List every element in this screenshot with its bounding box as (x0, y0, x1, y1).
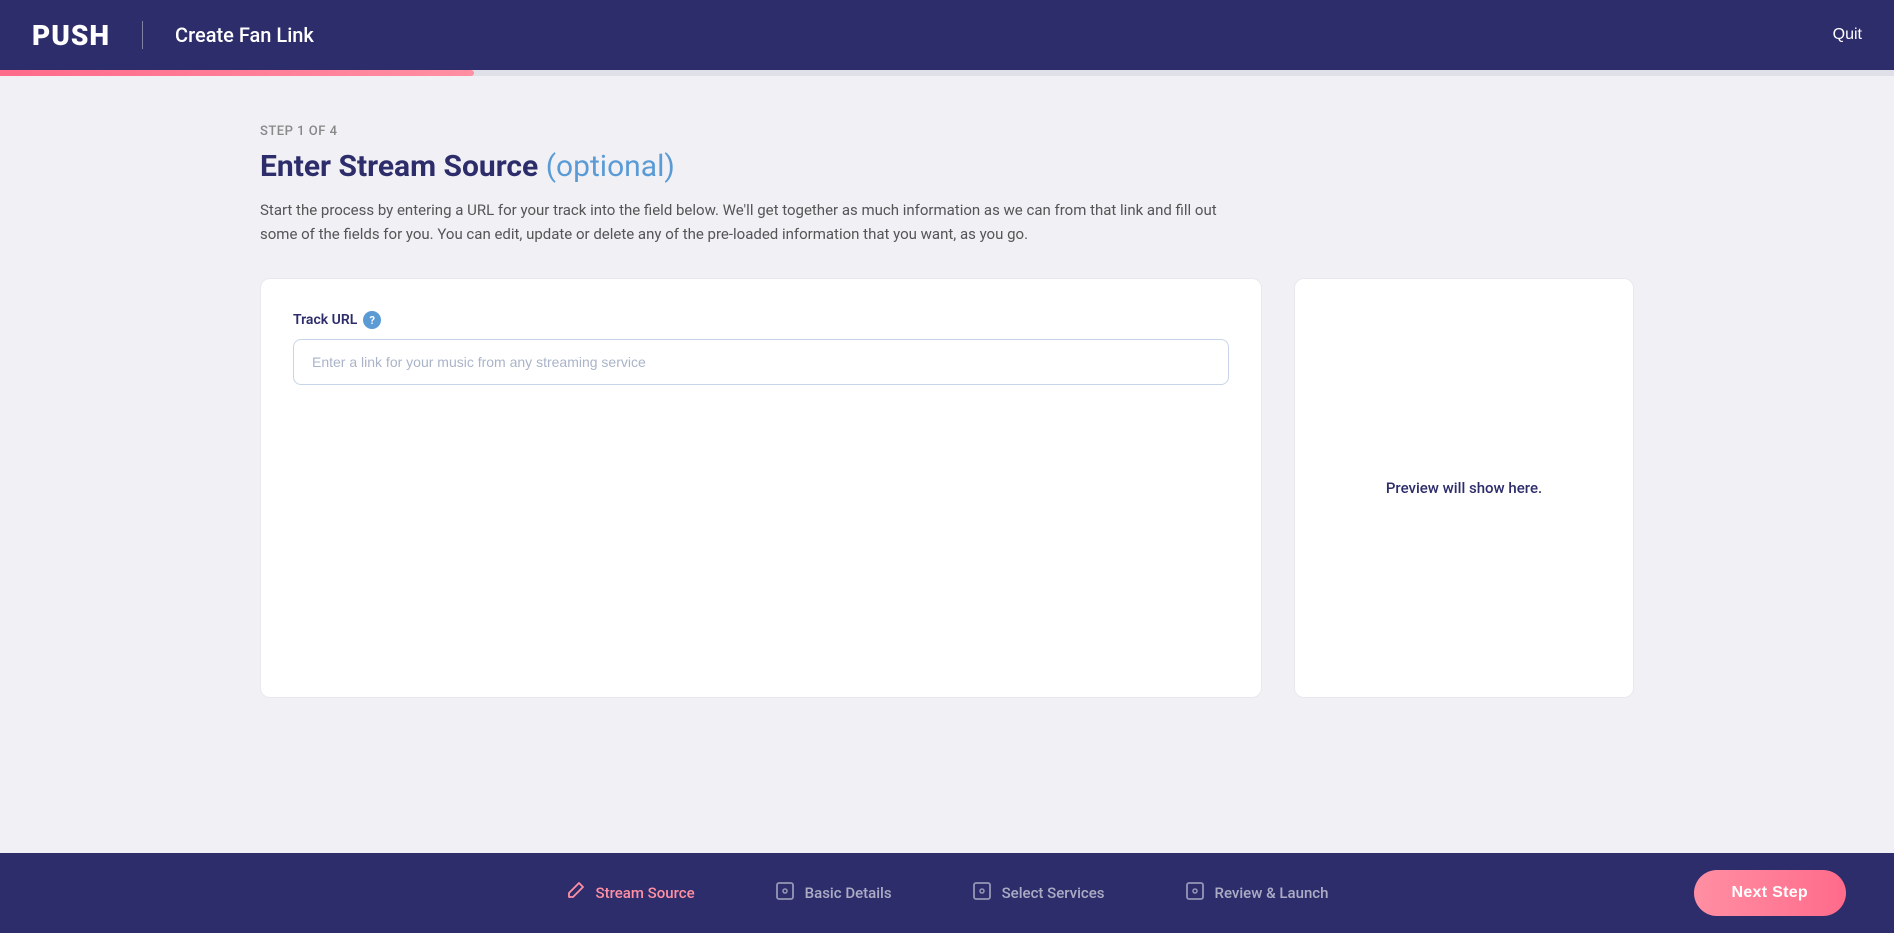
heading-text: Enter Stream Source (260, 149, 538, 184)
help-icon[interactable]: ? (363, 311, 381, 329)
step-label: STEP 1 OF 4 (260, 124, 338, 139)
review-launch-icon (1185, 881, 1205, 906)
track-url-label-group: Track URL ? (293, 311, 1229, 329)
form-card: Track URL ? (260, 278, 1262, 698)
select-services-icon (972, 881, 992, 906)
content-row: Track URL ? Preview will show here. (260, 278, 1634, 698)
footer: Stream Source Basic Details Select Servi… (0, 853, 1894, 933)
footer-step-stream-source-label: Stream Source (596, 884, 695, 902)
footer-step-review-launch-label: Review & Launch (1215, 884, 1329, 902)
preview-text: Preview will show here. (1386, 479, 1542, 497)
footer-step-basic-details-label: Basic Details (805, 884, 892, 902)
page-description: Start the process by entering a URL for … (260, 198, 1220, 246)
footer-step-review-launch[interactable]: Review & Launch (1145, 881, 1369, 906)
header-divider (142, 21, 143, 49)
footer-step-select-services[interactable]: Select Services (932, 881, 1145, 906)
heading-optional: (optional) (546, 149, 675, 184)
track-url-label: Track URL (293, 312, 357, 328)
preview-card: Preview will show here. (1294, 278, 1634, 698)
logo-group: PUSH Create Fan Link (32, 19, 314, 52)
quit-button[interactable]: Quit (1833, 26, 1862, 44)
footer-steps: Stream Source Basic Details Select Servi… (526, 881, 1369, 906)
stream-source-icon (566, 881, 586, 906)
page-heading: Enter Stream Source (optional) (260, 149, 675, 184)
logo: PUSH (32, 19, 110, 52)
basic-details-icon (775, 881, 795, 906)
footer-step-basic-details[interactable]: Basic Details (735, 881, 932, 906)
header-title: Create Fan Link (175, 23, 314, 47)
main-content: STEP 1 OF 4 Enter Stream Source (optiona… (0, 76, 1894, 698)
footer-step-select-services-label: Select Services (1002, 884, 1105, 902)
footer-step-stream-source[interactable]: Stream Source (526, 881, 735, 906)
header: PUSH Create Fan Link Quit (0, 0, 1894, 70)
next-step-button[interactable]: Next Step (1694, 870, 1847, 916)
track-url-input[interactable] (293, 339, 1229, 385)
